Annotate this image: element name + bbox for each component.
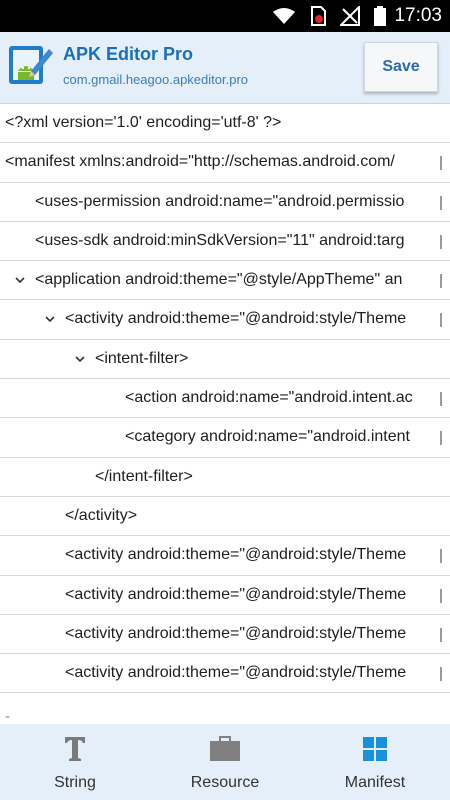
xml-line[interactable]: </activity> — [0, 497, 450, 537]
wifi-icon — [273, 8, 296, 24]
package-name: com.gmail.heagoo.apkeditor.pro — [63, 72, 249, 87]
xml-line[interactable]: <application android:theme="@style/AppTh… — [0, 261, 450, 301]
line-overflow-indicator — [440, 156, 442, 171]
xml-line-text: <?xml version='1.0' encoding='utf-8' ?> — [5, 114, 282, 131]
line-overflow-indicator — [440, 392, 442, 407]
xml-tree: <?xml version='1.0' encoding='utf-8' ?> … — [0, 104, 450, 694]
xml-line[interactable]: <action android:name="android.intent.ac — [0, 379, 450, 419]
xml-line-text: <activity android:theme="@android:style/… — [65, 310, 407, 328]
nav-resource[interactable]: Resource — [150, 724, 300, 800]
xml-line-text: <uses-sdk android:minSdkVersion="11" and… — [35, 231, 405, 249]
status-bar: 17:03 — [0, 0, 450, 32]
line-overflow-indicator — [440, 549, 442, 564]
nav-manifest-label: Manifest — [344, 774, 406, 791]
bottom-nav: String Resource Manifest — [0, 724, 450, 800]
chevron-down-icon[interactable] — [44, 313, 56, 325]
xml-line-text: <application android:theme="@style/AppTh… — [35, 271, 403, 289]
chevron-down-icon[interactable] — [74, 353, 86, 365]
line-overflow-indicator — [440, 431, 442, 446]
scroll-end-mark: - — [5, 709, 11, 725]
status-icons — [272, 6, 387, 26]
xml-line-text: </intent-filter> — [95, 467, 193, 485]
app-bar: APK Editor Pro com.gmail.heagoo.apkedito… — [0, 32, 450, 104]
xml-line-text: <action android:name="android.intent.ac — [125, 389, 413, 407]
xml-line-text: <intent-filter> — [95, 349, 189, 367]
line-overflow-indicator — [440, 274, 442, 289]
text-t-icon — [65, 737, 85, 761]
briefcase-icon — [210, 736, 240, 761]
clock: 17:03 — [394, 5, 442, 26]
xml-line[interactable]: </intent-filter> — [0, 458, 450, 497]
xml-line[interactable]: <category android:name="android.intent — [0, 418, 450, 458]
no-sim-icon — [311, 6, 327, 26]
xml-line-text: </activity> — [65, 506, 138, 524]
line-overflow-indicator — [440, 234, 442, 249]
nav-resource-label: Resource — [190, 774, 260, 791]
line-overflow-indicator — [440, 195, 442, 210]
xml-line[interactable]: <uses-sdk android:minSdkVersion="11" and… — [0, 222, 450, 262]
line-overflow-indicator — [440, 588, 442, 603]
xml-line[interactable]: <activity android:theme="@android:style/… — [0, 654, 450, 694]
line-overflow-indicator — [440, 627, 442, 642]
windows-grid-icon — [363, 737, 387, 761]
save-button[interactable]: Save — [364, 42, 438, 92]
xml-line-text: <activity android:theme="@android:style/… — [65, 546, 407, 564]
xml-line[interactable]: <activity android:theme="@android:style/… — [0, 300, 450, 340]
nav-manifest[interactable]: Manifest — [300, 724, 450, 800]
battery-icon — [374, 6, 387, 26]
xml-line-text: <activity android:theme="@android:style/… — [65, 664, 407, 682]
xml-line[interactable]: <?xml version='1.0' encoding='utf-8' ?> — [0, 104, 450, 144]
apk-editor-logo-icon — [9, 46, 53, 84]
xml-line-text: <activity android:theme="@android:style/… — [65, 624, 407, 642]
line-overflow-indicator — [440, 313, 442, 328]
xml-line[interactable]: <activity android:theme="@android:style/… — [0, 615, 450, 655]
xml-line[interactable]: <intent-filter> — [0, 340, 450, 380]
xml-line-text: <category android:name="android.intent — [125, 428, 410, 446]
chevron-down-icon[interactable] — [14, 274, 26, 286]
nav-string[interactable]: String — [0, 724, 150, 800]
xml-line[interactable]: <activity android:theme="@android:style/… — [0, 576, 450, 615]
xml-line-text: <uses-permission android:name="android.p… — [35, 192, 405, 210]
line-overflow-indicator — [440, 667, 442, 682]
xml-line-text: <manifest xmlns:android="http://schemas.… — [5, 153, 395, 171]
app-title: APK Editor Pro — [63, 44, 194, 64]
xml-line[interactable]: <activity android:theme="@android:style/… — [0, 536, 450, 576]
nav-string-label: String — [54, 774, 96, 791]
xml-line[interactable]: <uses-permission android:name="android.p… — [0, 183, 450, 222]
xml-line[interactable]: <manifest xmlns:android="http://schemas.… — [0, 143, 450, 183]
signal-icon — [340, 6, 361, 26]
xml-line-text: <activity android:theme="@android:style/… — [65, 585, 407, 603]
